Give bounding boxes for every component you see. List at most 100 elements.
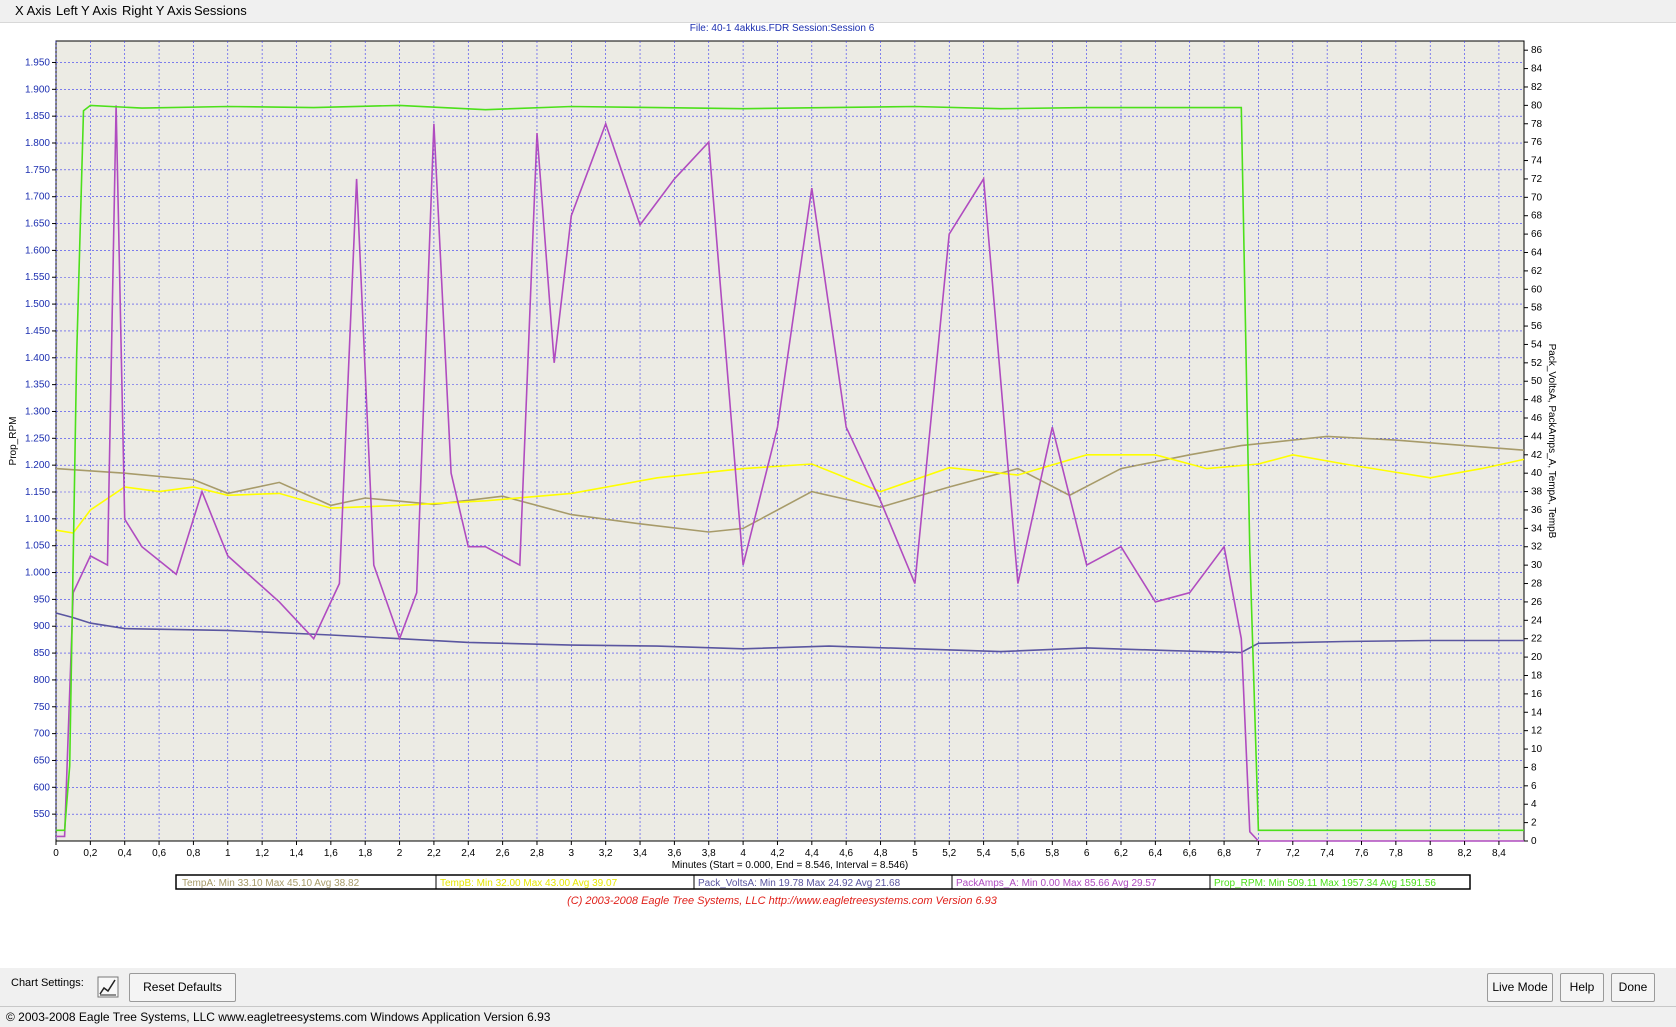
y2-tick-label: 26 xyxy=(1531,597,1543,608)
x-tick-label: 7 xyxy=(1256,848,1262,859)
y2-tick-label: 50 xyxy=(1531,376,1543,387)
y2-tick-label: 14 xyxy=(1531,707,1543,718)
menu-sessions[interactable]: Sessions xyxy=(194,3,247,18)
y2-tick-label: 42 xyxy=(1531,450,1543,461)
y-tick-label: 750 xyxy=(33,702,50,713)
x-tick-label: 0,4 xyxy=(118,848,132,859)
y2-tick-label: 44 xyxy=(1531,431,1543,442)
y2-tick-label: 20 xyxy=(1531,652,1543,663)
y2-tick-label: 54 xyxy=(1531,339,1543,350)
y-tick-label: 1.600 xyxy=(25,245,50,256)
x-tick-label: 3,2 xyxy=(599,848,613,859)
chart-settings-icon[interactable] xyxy=(97,976,119,998)
x-tick-label: 3,8 xyxy=(702,848,716,859)
y2-tick-label: 64 xyxy=(1531,247,1543,258)
x-tick-label: 1,2 xyxy=(255,848,269,859)
x-tick-label: 4,4 xyxy=(805,848,819,859)
x-tick-label: 7,2 xyxy=(1286,848,1300,859)
y2-tick-label: 82 xyxy=(1531,82,1543,93)
y2-tick-label: 66 xyxy=(1531,229,1543,240)
help-button[interactable]: Help xyxy=(1560,973,1604,1002)
y2-tick-label: 0 xyxy=(1531,836,1537,847)
x-tick-label: 6,4 xyxy=(1148,848,1162,859)
x-tick-label: 7,4 xyxy=(1320,848,1334,859)
y-tick-label: 950 xyxy=(33,594,50,605)
y-tick-label: 1.350 xyxy=(25,380,50,391)
x-tick-label: 4,8 xyxy=(874,848,888,859)
right-axis-title: Pack_VoltsA, PackAmps_A, TempA, TempB xyxy=(1546,344,1557,539)
y-tick-label: 1.950 xyxy=(25,57,50,68)
copyright-line: (C) 2003-2008 Eagle Tree Systems, LLC ht… xyxy=(567,895,998,907)
y2-tick-label: 70 xyxy=(1531,192,1543,203)
x-tick-label: 0,6 xyxy=(152,848,166,859)
y-tick-label: 1.400 xyxy=(25,353,50,364)
y2-tick-label: 30 xyxy=(1531,560,1543,571)
status-bar: © 2003-2008 Eagle Tree Systems, LLC www.… xyxy=(0,1006,1676,1027)
y2-tick-label: 72 xyxy=(1531,174,1543,185)
y-tick-label: 1.550 xyxy=(25,272,50,283)
live-mode-button[interactable]: Live Mode xyxy=(1487,973,1553,1002)
y2-tick-label: 84 xyxy=(1531,64,1543,75)
legend-entry-1: TempB: Min 32.00 Max 43.00 Avg 39.07 xyxy=(440,878,618,889)
bottom-toolbar: Chart Settings: Reset Defaults Live Mode… xyxy=(0,968,1676,1004)
y-tick-label: 600 xyxy=(33,782,50,793)
y2-tick-label: 2 xyxy=(1531,818,1537,829)
x-tick-label: 5,8 xyxy=(1045,848,1059,859)
x-tick-label: 0,8 xyxy=(186,848,200,859)
x-tick-label: 0 xyxy=(53,848,59,859)
y2-tick-label: 16 xyxy=(1531,689,1543,700)
x-tick-label: 2,2 xyxy=(427,848,441,859)
x-tick-label: 7,8 xyxy=(1389,848,1403,859)
y-tick-label: 1.200 xyxy=(25,460,50,471)
left-axis-title: Prop_RPM xyxy=(8,417,19,466)
menu-x-axis[interactable]: X Axis xyxy=(15,3,51,18)
y2-tick-label: 62 xyxy=(1531,266,1543,277)
y2-tick-label: 74 xyxy=(1531,156,1543,167)
y-tick-label: 1.150 xyxy=(25,487,50,498)
y-tick-label: 900 xyxy=(33,621,50,632)
y2-tick-label: 46 xyxy=(1531,413,1543,424)
done-button[interactable]: Done xyxy=(1611,973,1655,1002)
y-tick-label: 1.000 xyxy=(25,568,50,579)
y-tick-label: 1.850 xyxy=(25,111,50,122)
x-tick-label: 5,4 xyxy=(977,848,991,859)
y-tick-label: 700 xyxy=(33,729,50,740)
y2-tick-label: 80 xyxy=(1531,100,1543,111)
x-tick-label: 1 xyxy=(225,848,231,859)
chart: File: 40-1 4akkus.FDR Session:Session 6 … xyxy=(8,23,1557,907)
x-tick-label: 2,6 xyxy=(496,848,510,859)
y-tick-label: 1.900 xyxy=(25,84,50,95)
y2-tick-label: 36 xyxy=(1531,505,1543,516)
x-tick-label: 1,8 xyxy=(358,848,372,859)
menu-bar: X Axis Left Y Axis Right Y Axis Sessions xyxy=(0,0,1676,23)
y-tick-label: 1.100 xyxy=(25,514,50,525)
y-tick-label: 1.650 xyxy=(25,219,50,230)
y-tick-label: 1.300 xyxy=(25,406,50,417)
y2-tick-label: 78 xyxy=(1531,119,1543,130)
y2-tick-label: 40 xyxy=(1531,468,1543,479)
y-tick-label: 1.750 xyxy=(25,165,50,176)
x-tick-label: 5,2 xyxy=(942,848,956,859)
x-tick-label: 8,2 xyxy=(1458,848,1472,859)
y2-tick-label: 4 xyxy=(1531,799,1537,810)
x-tick-label: 7,6 xyxy=(1355,848,1369,859)
x-tick-label: 5 xyxy=(912,848,918,859)
legend: TempA: Min 33.10 Max 45.10 Avg 38.82 Temp… xyxy=(175,874,1471,890)
x-tick-label: 6,2 xyxy=(1114,848,1128,859)
y-tick-label: 1.500 xyxy=(25,299,50,310)
menu-left-y-axis[interactable]: Left Y Axis xyxy=(56,3,117,18)
y2-tick-label: 68 xyxy=(1531,211,1543,222)
reset-defaults-button[interactable]: Reset Defaults xyxy=(129,973,236,1002)
x-tick-label: 2 xyxy=(397,848,403,859)
legend-entry-3: PackAmps_A: Min 0.00 Max 85.66 Avg 29.57 xyxy=(956,878,1157,889)
x-tick-label: 8,4 xyxy=(1492,848,1506,859)
x-tick-label: 5,6 xyxy=(1011,848,1025,859)
x-tick-label: 6 xyxy=(1084,848,1090,859)
x-tick-label: 6,8 xyxy=(1217,848,1231,859)
y2-tick-label: 52 xyxy=(1531,358,1543,369)
y-tick-label: 800 xyxy=(33,675,50,686)
y2-tick-label: 10 xyxy=(1531,744,1543,755)
x-tick-label: 2,4 xyxy=(461,848,475,859)
menu-right-y-axis[interactable]: Right Y Axis xyxy=(122,3,192,18)
status-text: © 2003-2008 Eagle Tree Systems, LLC www.… xyxy=(6,1010,551,1024)
